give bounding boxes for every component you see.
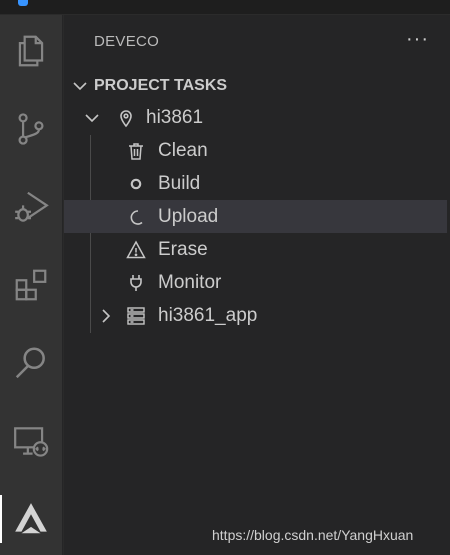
search-activity-button[interactable] — [0, 335, 62, 391]
task-label: Erase — [158, 239, 208, 260]
tree-item-label: hi3861 — [146, 107, 204, 128]
task-clean[interactable]: Clean — [64, 134, 447, 167]
chevron-right-icon — [102, 309, 111, 323]
tree-item-label: hi3861_app — [158, 305, 258, 326]
more-actions-button[interactable]: ··· — [406, 28, 429, 51]
source-control-icon — [18, 113, 44, 145]
run-debug-activity-button[interactable] — [0, 179, 62, 235]
files-icon — [18, 35, 44, 67]
sidebar-title: DEVECO — [94, 33, 160, 50]
circle-icon — [126, 174, 146, 194]
task-build[interactable]: Build — [64, 167, 447, 200]
watermark-text: https://blog.csdn.net/YangHxuan — [212, 527, 414, 543]
trash-icon — [126, 141, 146, 161]
remote-explorer-icon — [14, 427, 49, 457]
plug-icon — [126, 273, 146, 293]
title-bar — [0, 0, 450, 15]
server-icon — [126, 306, 146, 326]
moon-icon — [126, 207, 146, 227]
deveco-icon — [15, 503, 47, 534]
sidebar: DEVECO ··· PROJECT TASKS hi3861 Clean Bu… — [63, 15, 450, 555]
chevron-down-icon — [73, 82, 87, 91]
task-monitor[interactable]: Monitor — [64, 266, 447, 299]
task-erase[interactable]: Erase — [64, 233, 447, 266]
map-pin-icon — [116, 108, 136, 128]
remote-explorer-activity-button[interactable] — [0, 413, 62, 469]
search-icon — [15, 347, 45, 379]
task-label: Clean — [158, 140, 208, 161]
project-tasks-section-header[interactable]: PROJECT TASKS — [64, 72, 450, 100]
app-logo-icon — [18, 0, 28, 6]
chevron-down-icon — [85, 114, 99, 123]
task-label: Monitor — [158, 272, 222, 293]
extensions-activity-button[interactable] — [0, 257, 62, 313]
task-upload[interactable]: Upload — [64, 200, 447, 233]
tree-item-hi3861-app[interactable]: hi3861_app — [64, 299, 447, 332]
deveco-activity-button[interactable] — [0, 491, 62, 547]
explorer-activity-button[interactable] — [0, 23, 62, 79]
task-label: Upload — [158, 206, 219, 227]
source-control-activity-button[interactable] — [0, 101, 62, 157]
task-label: Build — [158, 173, 201, 194]
activity-bar — [0, 15, 62, 555]
section-title: PROJECT TASKS — [94, 77, 228, 94]
extensions-icon — [15, 269, 47, 301]
run-debug-icon — [15, 191, 49, 222]
tree-item-hi3861[interactable]: hi3861 — [64, 101, 447, 134]
warning-icon — [126, 240, 146, 260]
